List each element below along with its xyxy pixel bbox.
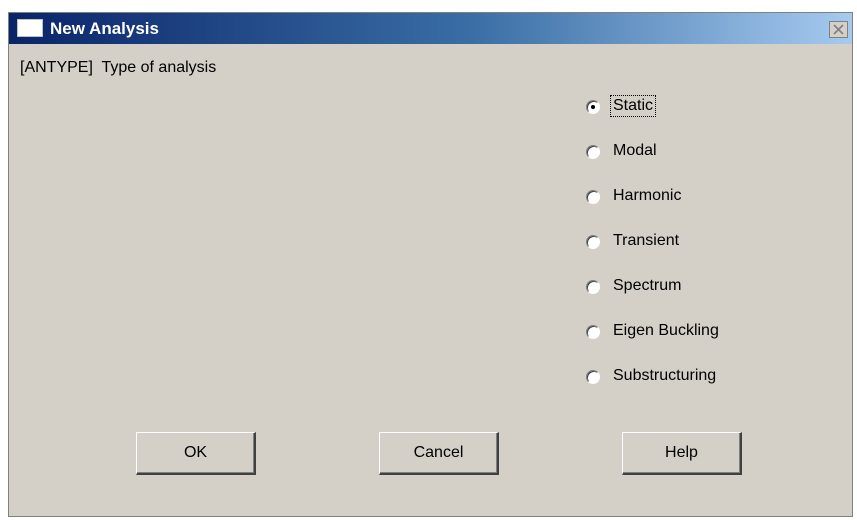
window-icon xyxy=(17,19,43,37)
radio-label-spectrum[interactable]: Spectrum xyxy=(611,276,683,296)
radio-button-modal[interactable] xyxy=(586,145,600,159)
dialog-title: New Analysis xyxy=(50,19,159,38)
radio-harmonic[interactable]: Harmonic xyxy=(583,184,783,216)
radio-label-harmonic[interactable]: Harmonic xyxy=(611,186,683,206)
help-button[interactable]: Help xyxy=(622,432,742,475)
radio-button-eigen-buckling[interactable] xyxy=(586,325,600,339)
radio-modal[interactable]: Modal xyxy=(583,139,783,171)
close-icon xyxy=(833,24,844,35)
new-analysis-dialog: New Analysis [ANTYPE] Type of analysis S… xyxy=(8,12,853,517)
radio-button-spectrum[interactable] xyxy=(586,280,600,294)
radio-button-substructuring[interactable] xyxy=(586,370,600,384)
radio-button-harmonic[interactable] xyxy=(586,190,600,204)
radio-transient[interactable]: Transient xyxy=(583,229,783,261)
radio-static[interactable]: Static xyxy=(583,94,783,126)
radio-spectrum[interactable]: Spectrum xyxy=(583,274,783,306)
radio-label-static[interactable]: Static xyxy=(609,95,657,117)
radio-eigen-buckling[interactable]: Eigen Buckling xyxy=(583,319,783,351)
radio-label-substructuring[interactable]: Substructuring xyxy=(611,366,718,386)
radio-label-eigen-buckling[interactable]: Eigen Buckling xyxy=(611,321,721,341)
title-bar[interactable]: New Analysis xyxy=(9,13,852,44)
radio-button-transient[interactable] xyxy=(586,235,600,249)
ok-button[interactable]: OK xyxy=(136,432,256,475)
radio-label-transient[interactable]: Transient xyxy=(611,231,681,251)
radio-selected-dot xyxy=(591,105,595,109)
antype-label: [ANTYPE] Type of analysis xyxy=(20,59,217,76)
radio-button-static[interactable] xyxy=(586,100,600,114)
cancel-button[interactable]: Cancel xyxy=(379,432,499,475)
radio-label-modal[interactable]: Modal xyxy=(611,141,659,161)
close-button[interactable] xyxy=(829,21,848,38)
radio-substructuring[interactable]: Substructuring xyxy=(583,364,783,396)
